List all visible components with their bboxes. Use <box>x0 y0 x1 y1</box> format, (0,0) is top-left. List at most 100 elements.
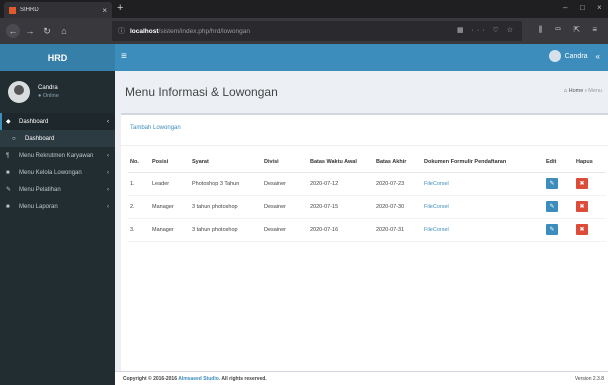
report-icon: ■ <box>6 203 10 210</box>
cell-delete: ✖ <box>574 172 606 196</box>
tab-close-icon[interactable]: × <box>102 6 107 15</box>
cell-delete: ✖ <box>574 218 606 242</box>
chevron-left-icon: ‹ <box>107 169 109 176</box>
sidebar-subitem-dashboard[interactable]: ○ Dashboard <box>0 130 115 147</box>
close-window-icon[interactable]: × <box>597 3 602 12</box>
sidebar-user-name: Candra <box>38 85 58 91</box>
cell-no: 2. <box>128 195 150 219</box>
home-icon[interactable]: ⌂ <box>57 24 71 38</box>
cell-no: 1. <box>128 172 150 196</box>
cell-awal: 2020-07-15 <box>308 195 374 219</box>
cell-divisi: Desainer <box>262 195 308 219</box>
delete-button[interactable]: ✖ <box>576 178 588 189</box>
topbar-user-name: Candra <box>564 52 588 60</box>
sidebar-item-label: Menu Rekrutmen Karyawan <box>19 152 94 159</box>
cell-awal: 2020-07-16 <box>308 218 374 242</box>
url-host: localhost <box>130 27 159 35</box>
info-icon: ⓘ <box>118 28 125 35</box>
pencil-icon: ✎ <box>6 187 12 193</box>
col-header: Batas Akhir <box>374 152 422 173</box>
forward-icon[interactable]: → <box>23 24 37 38</box>
favicon-icon <box>9 6 16 14</box>
share-icon[interactable]: « <box>596 52 600 61</box>
sidebar-item-label: Dashboard <box>19 118 49 125</box>
col-header: Batas Waktu Awal <box>308 152 374 173</box>
minimize-icon[interactable]: – <box>563 3 567 12</box>
col-header: Posisi <box>150 152 190 173</box>
address-bar[interactable]: ⓘ localhost /sistem/index.php/hrd/lowong… <box>112 21 522 41</box>
col-header: Hapus <box>574 152 606 173</box>
breadcrumb-separator: › <box>584 88 587 94</box>
sidebar-item-label: Dashboard <box>25 135 55 142</box>
sidebar-item-pelatihan[interactable]: ✎ Menu Pelatihan ‹ <box>0 181 115 198</box>
cell-no: 3. <box>128 218 150 242</box>
add-lowongan-link[interactable]: Tambah Lowongan <box>130 125 181 131</box>
cell-akhir: 2020-07-30 <box>374 195 422 219</box>
document-link[interactable]: FileCorsel <box>422 172 544 196</box>
brand-link[interactable]: Almsaeed Studio. <box>178 376 220 382</box>
cell-divisi: Desainer <box>262 218 308 242</box>
menu-toggle-icon[interactable]: ≡ <box>121 51 127 62</box>
cell-syarat: Photoshop 3 Tahun <box>190 172 262 196</box>
chevron-left-icon: ‹ <box>107 152 109 159</box>
table-row: 1. Leader Photoshop 3 Tahun Desainer 202… <box>128 172 606 196</box>
toolbar-icons[interactable]: ⫼ ▭ ⇱ ≡ <box>539 25 602 35</box>
cell-posisi: Manager <box>150 218 190 242</box>
breadcrumb-current: Menu <box>588 88 602 94</box>
sidebar-item-label: Menu Laporan <box>19 203 58 210</box>
page-footer: Copyright © 2016-2016 Almsaeed Studio. A… <box>115 371 608 385</box>
cell-awal: 2020-07-12 <box>308 172 374 196</box>
new-tab-button[interactable]: + <box>117 2 123 14</box>
copyright: Copyright © 2016-2016 Almsaeed Studio. A… <box>123 376 267 382</box>
document-link[interactable]: FileCorsel <box>422 195 544 219</box>
chevron-left-icon: ‹ <box>107 203 109 210</box>
cell-edit: ✎ <box>544 218 574 242</box>
sidebar-item-label: Menu Kelola Lowongan <box>19 169 82 176</box>
col-header: Dokumen Formulir Pendaftaran <box>422 152 544 173</box>
cell-edit: ✎ <box>544 195 574 219</box>
rights-text: All rights reserved. <box>221 376 267 382</box>
content-header: Menu Informasi & Lowongan ⌂ Home › Menu <box>115 71 608 111</box>
sidebar-item-laporan[interactable]: ■ Menu Laporan ‹ <box>0 198 115 215</box>
app-topbar: ≡ Candra « <box>115 44 608 71</box>
cell-akhir: 2020-07-23 <box>374 172 422 196</box>
page-title: Menu Informasi & Lowongan <box>125 85 278 99</box>
chevron-left-icon: ‹ <box>107 118 109 125</box>
divider <box>121 145 608 146</box>
lowongan-box: Tambah Lowongan No. Posisi Syarat Divisi… <box>121 113 608 371</box>
tab-title: SIHRD <box>20 7 39 13</box>
delete-button[interactable]: ✖ <box>576 224 588 235</box>
page-actions-icon[interactable]: ▦ ··· ♡ ☆ <box>457 26 516 34</box>
edit-button[interactable]: ✎ <box>546 201 558 212</box>
url-path: /sistem/index.php/hrd/lowongan <box>158 27 250 35</box>
reload-icon[interactable]: ↻ <box>40 24 54 38</box>
user-panel: Candra ● Online <box>0 71 115 113</box>
delete-button[interactable]: ✖ <box>576 201 588 212</box>
sidebar-item-lowongan[interactable]: ■ Menu Kelola Lowongan ‹ <box>0 164 115 181</box>
home-icon: ⌂ <box>563 88 568 94</box>
sidebar-item-rekrutmen[interactable]: ¶ Menu Rekrutmen Karyawan ‹ <box>0 147 115 164</box>
col-header: Divisi <box>262 152 308 173</box>
sidebar-item-dashboard[interactable]: ◆ Dashboard ‹ <box>0 113 115 130</box>
chevron-left-icon: ‹ <box>107 186 109 193</box>
user-menu[interactable]: Candra « <box>548 50 600 62</box>
table-row: 2. Manager 3 tahun photoshop Desainer 20… <box>128 195 606 219</box>
col-header: Syarat <box>190 152 262 173</box>
back-icon[interactable]: ← <box>6 24 20 38</box>
maximize-icon[interactable]: □ <box>580 3 585 12</box>
recruit-icon: ¶ <box>6 152 10 159</box>
breadcrumb-home[interactable]: Home <box>569 88 584 94</box>
edit-button[interactable]: ✎ <box>546 224 558 235</box>
edit-button[interactable]: ✎ <box>546 178 558 189</box>
circle-icon: ○ <box>12 135 16 142</box>
user-avatar <box>8 81 30 103</box>
browser-nav-bar: ← → ↻ ⌂ ⓘ localhost /sistem/index.php/hr… <box>0 18 608 44</box>
col-header: No. <box>128 152 150 173</box>
cell-syarat: 3 tahun photoshop <box>190 195 262 219</box>
table-row: 3. Manager 3 tahun photoshop Desainer 20… <box>128 218 606 242</box>
browser-tab[interactable]: SIHRD × <box>4 2 112 18</box>
document-link[interactable]: FileCorsel <box>422 218 544 242</box>
table-header-row: No. Posisi Syarat Divisi Batas Waktu Awa… <box>128 152 606 173</box>
cell-akhir: 2020-07-31 <box>374 218 422 242</box>
app-logo[interactable]: HRD <box>0 44 115 71</box>
